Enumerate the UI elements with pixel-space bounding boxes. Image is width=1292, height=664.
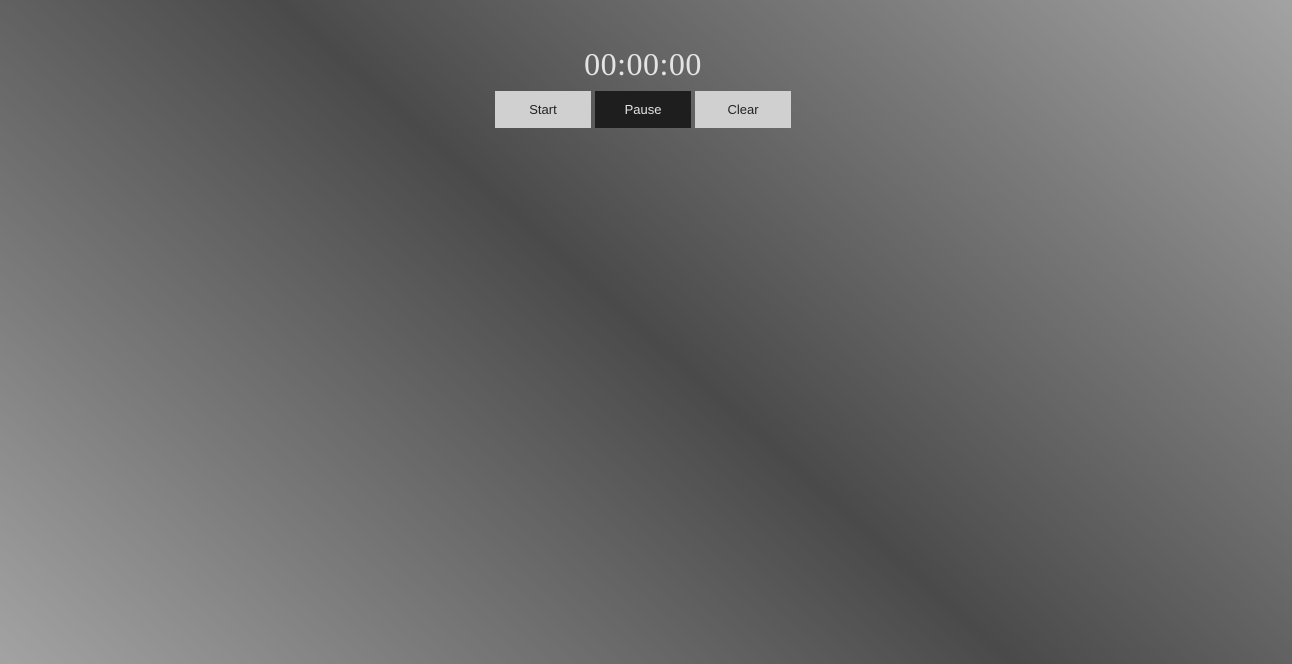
pause-button[interactable]: Pause [595, 91, 691, 128]
clear-button[interactable]: Clear [695, 91, 791, 128]
stopwatch-controls: Start Pause Clear [495, 91, 791, 128]
time-display: 00:00:00 [584, 46, 702, 82]
stopwatch-container: 00:00:00 Start Pause Clear [495, 44, 791, 128]
start-button[interactable]: Start [495, 91, 591, 128]
